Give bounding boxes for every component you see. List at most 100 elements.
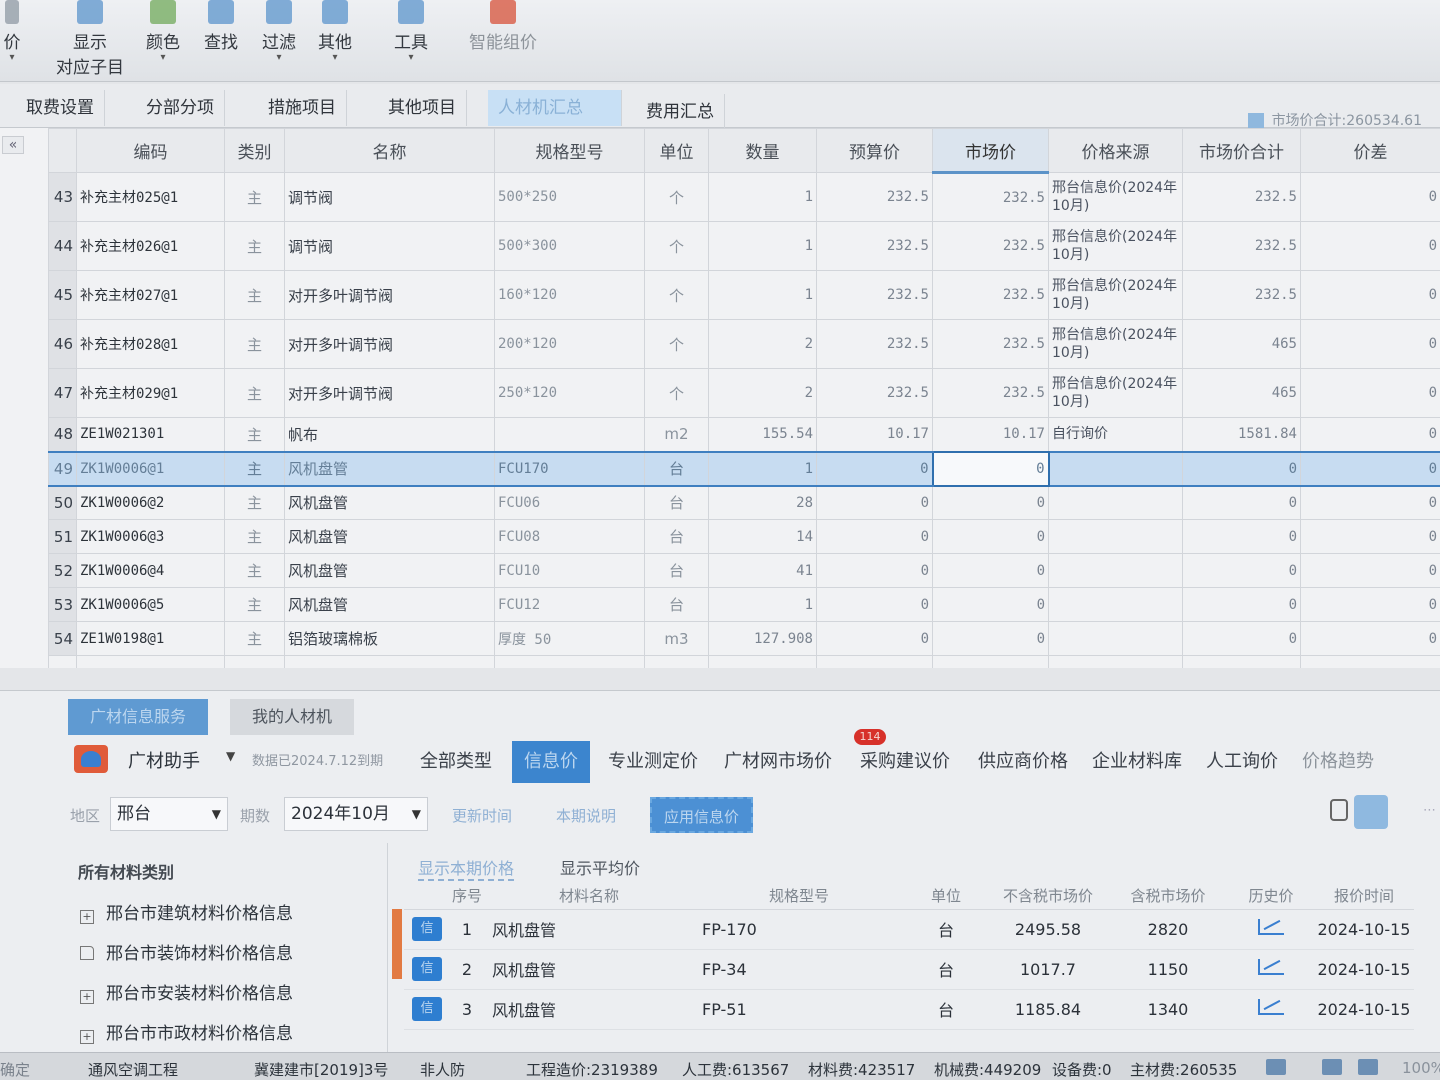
update-time-link[interactable]: 更新时间 [452,805,512,826]
cell-price-source[interactable] [1048,587,1183,622]
cell-type[interactable]: 主 [224,621,285,656]
zoom-level[interactable]: 100% [1402,1059,1440,1077]
cell-market-price[interactable]: 232.5 [932,270,1049,320]
table-row[interactable]: 44 补充主材026@1 主调节阀 500*300 个 1 232.5 232.5 邢台信息价(… [48,221,1440,271]
cell-price-source[interactable] [1048,621,1183,656]
cell-unit[interactable]: 个 [644,221,709,271]
cell-market-total[interactable]: 0 [1182,587,1301,622]
cell-type[interactable]: 主 [224,270,285,320]
table-row[interactable]: 54 ZE1W0198@1 主铝箔玻璃棉板 厚度 50 m3 127.908 0 0 0 0 [48,621,1440,656]
cell-unit[interactable]: m2 [644,417,709,452]
show-items-button[interactable]: 显示 对应子目 [52,0,128,78]
cell-market-total[interactable]: 232.5 [1182,221,1301,271]
smart-pricing-button[interactable]: 智能组价 [462,0,544,53]
trend-chart-icon[interactable] [1258,919,1284,935]
cell-price-diff[interactable]: 0 [1300,519,1440,554]
tab-fee-settings[interactable]: 取费设置 [16,90,105,126]
view-icon[interactable] [1266,1059,1286,1075]
tools-button[interactable]: 工具 ▾ [388,0,434,63]
cell-price-diff[interactable]: 0 [1300,485,1440,520]
cell-type[interactable]: 主 [224,519,285,554]
cell-unit[interactable]: 个 [644,319,709,369]
info-badge-icon[interactable]: 信 [412,917,442,941]
cell-name[interactable]: 对开多叶调节阀 [284,270,495,320]
filter-button[interactable]: 过滤 ▾ [256,0,302,63]
header-name[interactable]: 名称 [284,128,495,173]
layout-icon[interactable] [1322,1059,1342,1075]
cell-spec[interactable]: FCU06 [494,485,645,520]
grid-icon[interactable] [1358,1059,1378,1075]
cell-name[interactable]: 帆布 [284,417,495,452]
cell-qty[interactable]: 127.908 [708,621,817,656]
result-row[interactable]: 信 1 风机盘管 FP-170 台 2495.58 2820 2024-10-15 [404,909,1414,950]
result-row[interactable]: 信 2 风机盘管 FP-34 台 1017.7 1150 2024-10-15 [404,949,1414,990]
cell-price-source[interactable] [1048,450,1183,487]
cell-market-price[interactable]: 0 [932,553,1049,588]
cell-code[interactable]: 补充主材029@1 [76,368,225,418]
cell-price-diff[interactable]: 0 [1300,221,1440,271]
table-row[interactable]: 50 ZK1W0006@2 主风机盘管 FCU06 台 28 0 0 0 0 [48,485,1440,520]
cell-budget-price[interactable]: 0 [816,621,933,656]
header-price-diff[interactable]: 价差 [1300,128,1440,173]
table-row[interactable]: 53 ZK1W0006@5 主风机盘管 FCU12 台 1 0 0 0 0 [48,587,1440,622]
cell-type[interactable]: 主 [224,485,285,520]
category-enterprise-library[interactable]: 企业材料库 [1086,741,1188,783]
cell-type[interactable]: 主 [224,587,285,622]
cell-type[interactable]: 主 [224,172,285,222]
cell-budget-price[interactable]: 232.5 [816,368,933,418]
cell-price-source[interactable] [1048,519,1183,554]
collapse-panel-button[interactable]: « [2,136,24,154]
results-header-date[interactable]: 报价时间 [1314,883,1414,910]
cell-qty[interactable]: 155.54 [708,417,817,452]
cell-name[interactable]: 风机盘管 [284,553,495,588]
cell-unit[interactable]: m3 [644,621,709,656]
cell-spec[interactable]: FCU10 [494,553,645,588]
cell-market-total[interactable]: 0 [1182,621,1301,656]
period-select[interactable]: 2024年10月 ▼ [284,797,428,831]
results-header-price-ex-tax[interactable]: 不含税市场价 [988,883,1108,910]
cell-code[interactable]: ZE1W0198@1 [76,621,225,656]
cell-type[interactable]: 主 [224,450,285,487]
cell-budget-price[interactable]: 232.5 [816,172,933,222]
cell-unit[interactable]: 台 [644,485,709,520]
cell-market-price[interactable]: 0 [932,485,1049,520]
category-market-price[interactable]: 广材网市场价 [718,741,838,783]
cell-market-total[interactable]: 1581.84 [1182,417,1301,452]
cell-type[interactable]: 主 [224,368,285,418]
cell-price-source[interactable]: 邢台信息价(2024年10月) [1048,270,1183,320]
cell-qty[interactable]: 28 [708,485,817,520]
info-badge-cell[interactable]: 信 [404,909,450,950]
results-header-name[interactable]: 材料名称 [484,883,694,910]
cell-qty[interactable]: 1 [708,587,817,622]
cell-price-diff[interactable]: 0 [1300,621,1440,656]
cell-market-price[interactable]: 232.5 [932,221,1049,271]
cell-code[interactable]: 补充主材027@1 [76,270,225,320]
cell-spec[interactable]: FCU170 [494,450,645,487]
cell-market-price[interactable]: 232.5 [932,368,1049,418]
cell-budget-price[interactable]: 0 [816,553,933,588]
cell-price-diff[interactable]: 0 [1300,587,1440,622]
cell-market-total[interactable]: 232.5 [1182,172,1301,222]
cell-name[interactable]: 对开多叶调节阀 [284,319,495,369]
cell-code[interactable]: ZK1W0006@4 [76,553,225,588]
cell-spec[interactable]: FCU08 [494,519,645,554]
table-row[interactable]: 51 ZK1W0006@3 主风机盘管 FCU08 台 14 0 0 0 0 [48,519,1440,554]
cell-price-diff[interactable]: 0 [1300,172,1440,222]
trend-chart-icon[interactable] [1258,999,1284,1015]
cell-name[interactable]: 风机盘管 [284,587,495,622]
cell-name[interactable]: 调节阀 [284,221,495,271]
cell-budget-price[interactable]: 0 [816,485,933,520]
cell-market-total[interactable]: 465 [1182,368,1301,418]
cell-spec[interactable]: 160*120 [494,270,645,320]
tab-cost-summary[interactable]: 费用汇总 [636,94,725,130]
cell-budget-price[interactable]: 0 [816,450,933,487]
expand-icon[interactable]: + [80,1030,94,1044]
region-select[interactable]: 邢台 ▼ [110,797,228,831]
expand-icon[interactable]: + [80,910,94,924]
cell-qty[interactable]: 41 [708,553,817,588]
info-badge-icon[interactable]: 信 [412,957,442,981]
cell-spec[interactable]: 厚度 50 [494,621,645,656]
other-button[interactable]: 其他 ▾ [312,0,358,63]
table-row[interactable]: 49 ZK1W0006@1 主风机盘管 FCU170 台 1 0 0 0 0 [48,450,1440,487]
cell-qty[interactable]: 1 [708,172,817,222]
